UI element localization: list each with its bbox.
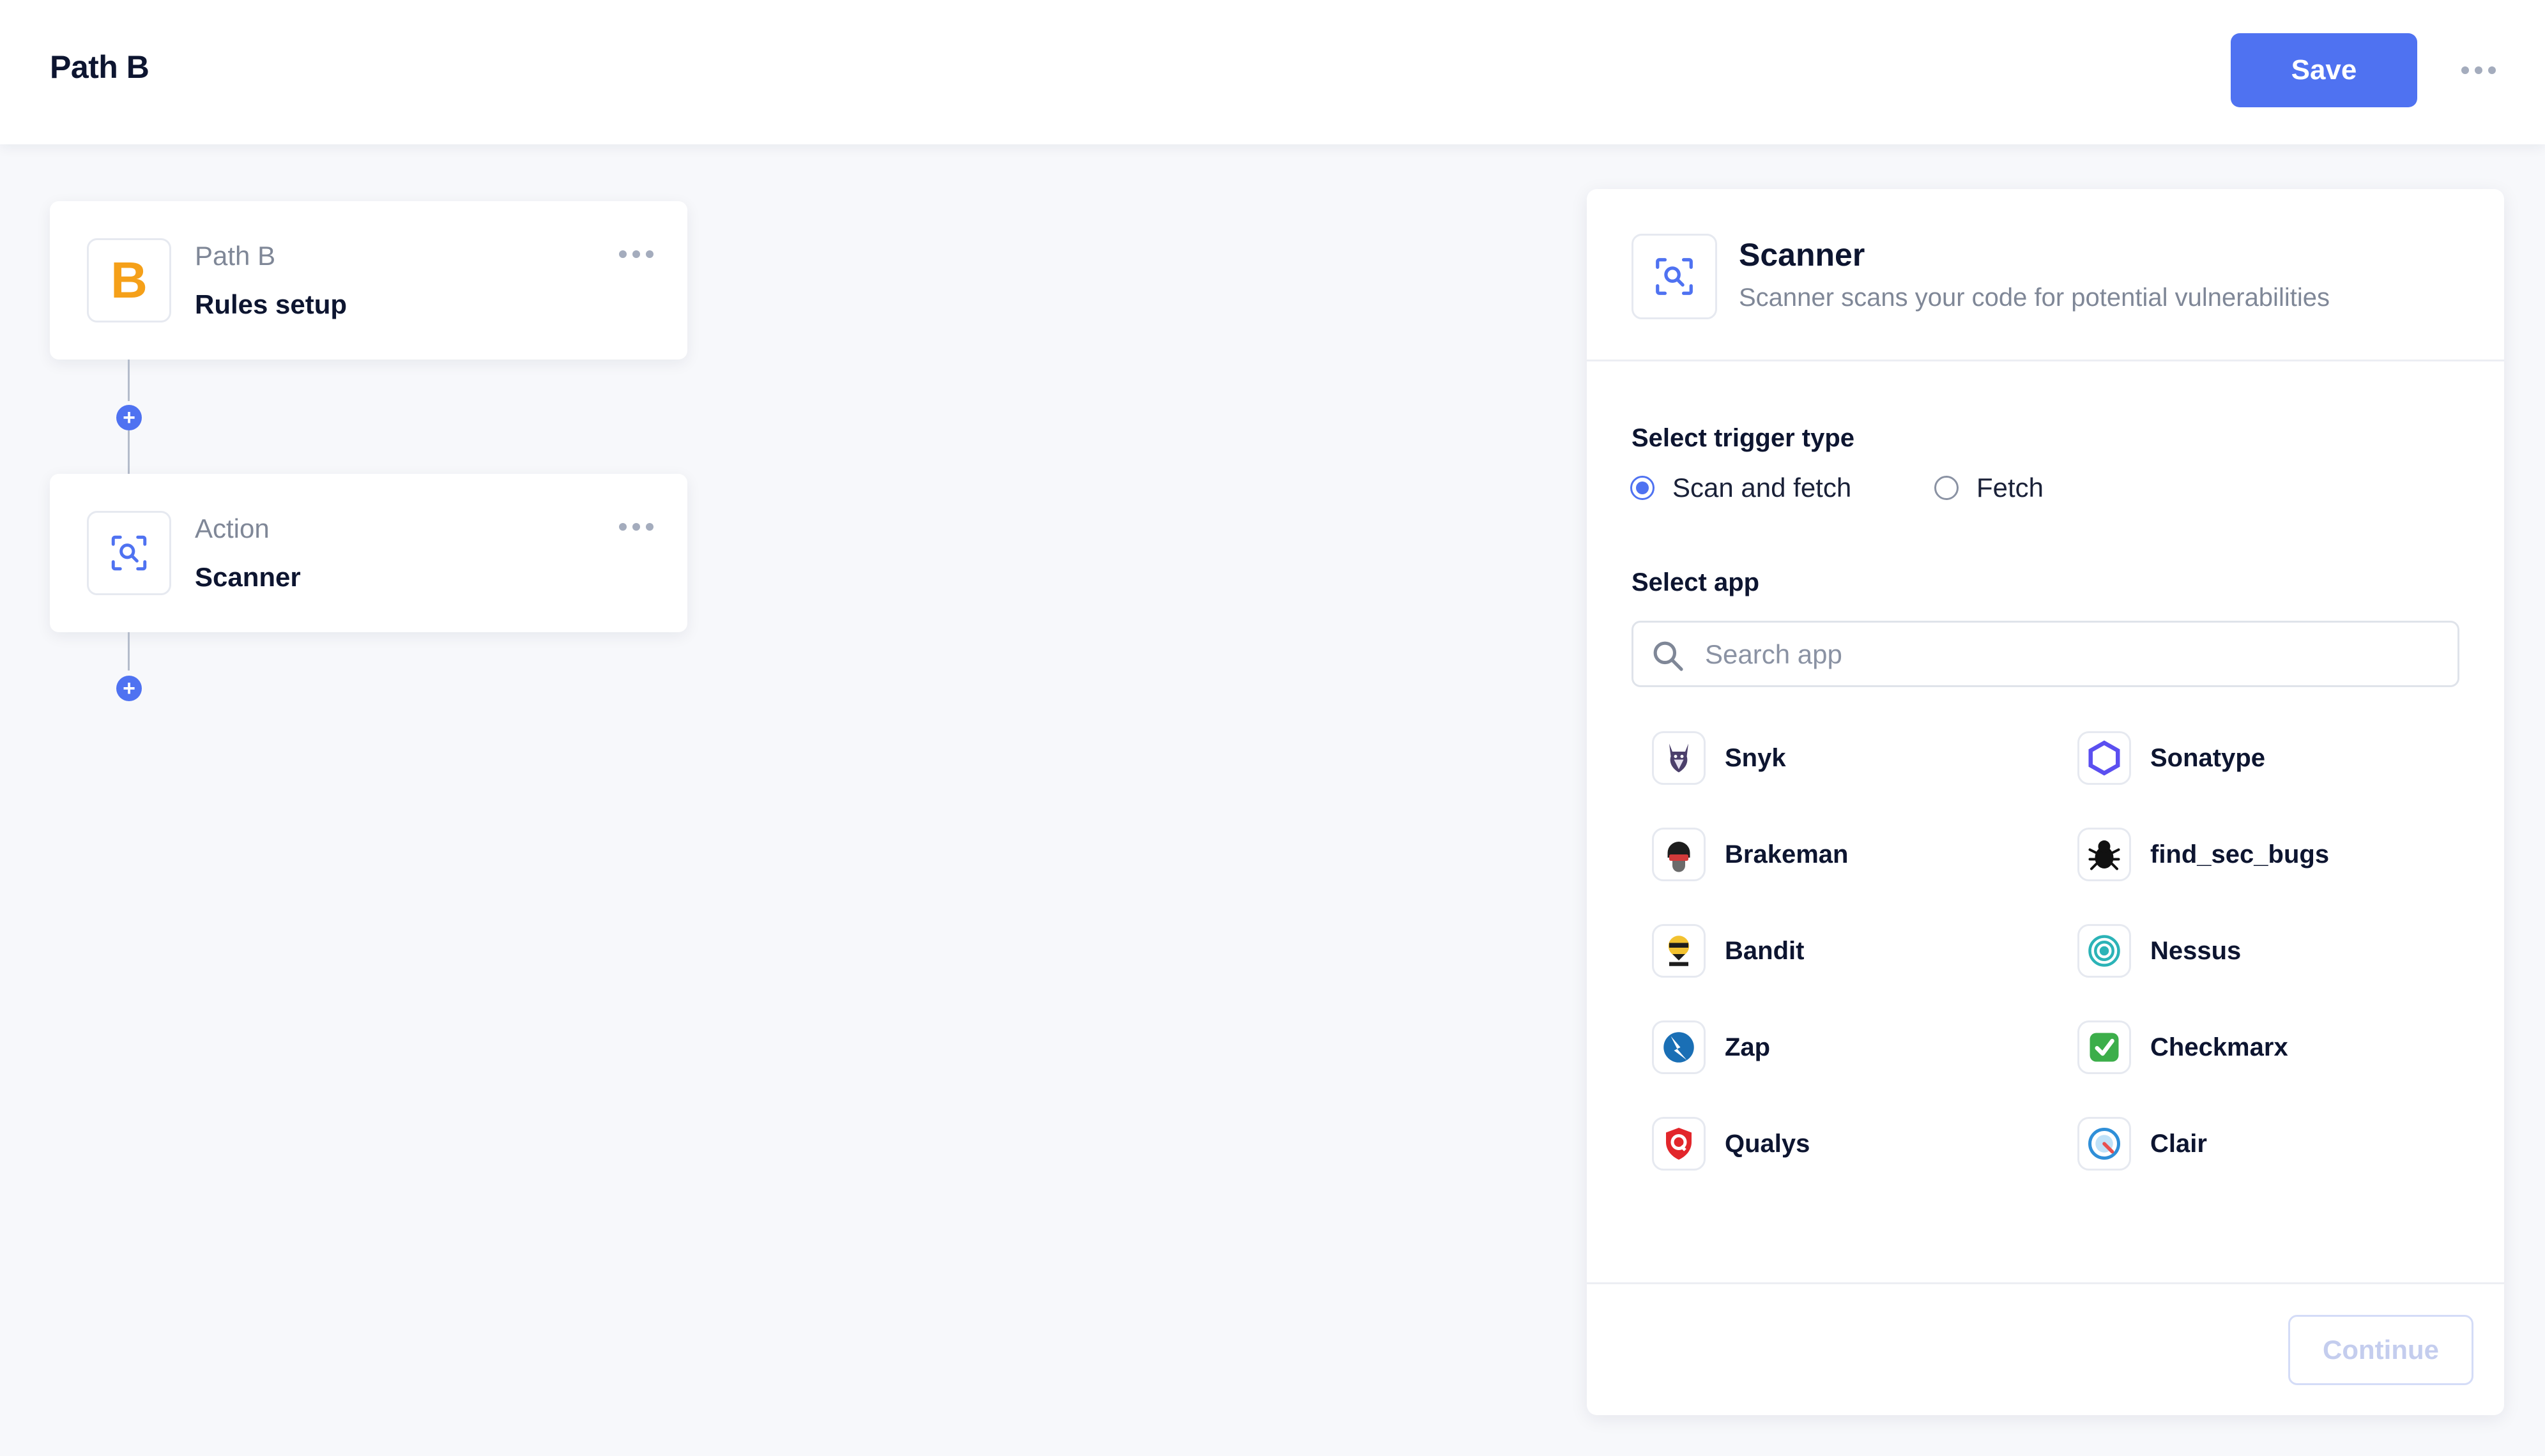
scanner-icon (87, 511, 171, 595)
scanner-icon (1632, 234, 1717, 319)
brakeman-icon (1652, 828, 1706, 881)
more-options-icon[interactable] (2461, 66, 2496, 74)
top-bar: Path B Save (0, 0, 2545, 144)
app-label: Checkmarx (2150, 1033, 2288, 1061)
add-step-button[interactable]: + (116, 676, 142, 701)
app-label: Zap (1725, 1033, 1771, 1061)
letter-b-icon: B (87, 238, 171, 322)
app-item-nessus[interactable]: Nessus (2077, 916, 2461, 986)
app-item-brakeman[interactable]: Brakeman (1652, 819, 2035, 890)
flow-node-scanner[interactable]: Action Scanner (50, 474, 687, 632)
radio-label: Fetch (1976, 473, 2044, 503)
node-more-options-icon[interactable] (619, 523, 653, 531)
app-item-checkmarx[interactable]: Checkmarx (2077, 1012, 2461, 1082)
connector-line (128, 632, 130, 671)
app-label: Bandit (1725, 936, 1805, 965)
app-label: Nessus (2150, 936, 2242, 965)
panel-description: Scanner scans your code for potential vu… (1739, 284, 2330, 312)
scanner-config-panel: Scanner Scanner scans your code for pote… (1587, 189, 2504, 1415)
qualys-icon (1652, 1117, 1706, 1171)
node-subtitle: Action (195, 513, 270, 543)
snyk-icon (1652, 731, 1706, 785)
radio-fetch[interactable]: Fetch (1934, 473, 2044, 503)
app-item-sonatype[interactable]: Sonatype (2077, 723, 2461, 793)
app-label: Qualys (1725, 1129, 1810, 1158)
zap-icon (1652, 1020, 1706, 1074)
app-label: Sonatype (2150, 743, 2266, 772)
app-item-snyk[interactable]: Snyk (1652, 723, 2035, 793)
search-input[interactable] (1705, 634, 2440, 675)
sonatype-icon (2077, 731, 2131, 785)
node-title: Rules setup (195, 289, 348, 319)
app-item-find-sec-bugs[interactable]: find_sec_bugs (2077, 819, 2461, 890)
radio-label: Scan and fetch (1672, 473, 1852, 503)
panel-footer: Continue (1587, 1282, 2504, 1415)
node-title: Scanner (195, 562, 301, 592)
radio-checked-icon[interactable] (1630, 476, 1655, 500)
continue-button[interactable]: Continue (2288, 1315, 2473, 1385)
flow-node-rules-setup[interactable]: B Path B Rules setup (50, 201, 687, 360)
search-icon (1653, 641, 1683, 671)
add-step-button[interactable]: + (116, 405, 142, 430)
app-label: Brakeman (1725, 840, 1849, 868)
find-sec-bugs-icon (2077, 828, 2131, 881)
clair-icon (2077, 1117, 2131, 1171)
radio-scan-and-fetch[interactable]: Scan and fetch (1630, 473, 1851, 503)
panel-header: Scanner Scanner scans your code for pote… (1587, 189, 2504, 361)
select-app-label: Select app (1632, 568, 1760, 596)
node-subtitle: Path B (195, 241, 276, 271)
bandit-icon (1652, 924, 1706, 978)
app-label: Snyk (1725, 743, 1786, 772)
app-label: find_sec_bugs (2150, 840, 2330, 868)
search-box (1632, 621, 2459, 687)
app-label: Clair (2150, 1129, 2207, 1158)
node-more-options-icon[interactable] (619, 250, 653, 258)
app-item-bandit[interactable]: Bandit (1652, 916, 2035, 986)
trigger-type-label: Select trigger type (1632, 424, 1855, 452)
panel-title: Scanner (1739, 237, 1865, 273)
save-button[interactable]: Save (2231, 33, 2417, 107)
connector-line (128, 430, 130, 474)
radio-unchecked-icon[interactable] (1934, 476, 1959, 500)
app-item-clair[interactable]: Clair (2077, 1109, 2461, 1179)
node-icon-letter: B (111, 252, 148, 308)
page-title: Path B (50, 49, 149, 85)
app-item-qualys[interactable]: Qualys (1652, 1109, 2035, 1179)
app-item-zap[interactable]: Zap (1652, 1012, 2035, 1082)
nessus-icon (2077, 924, 2131, 978)
checkmarx-icon (2077, 1020, 2131, 1074)
